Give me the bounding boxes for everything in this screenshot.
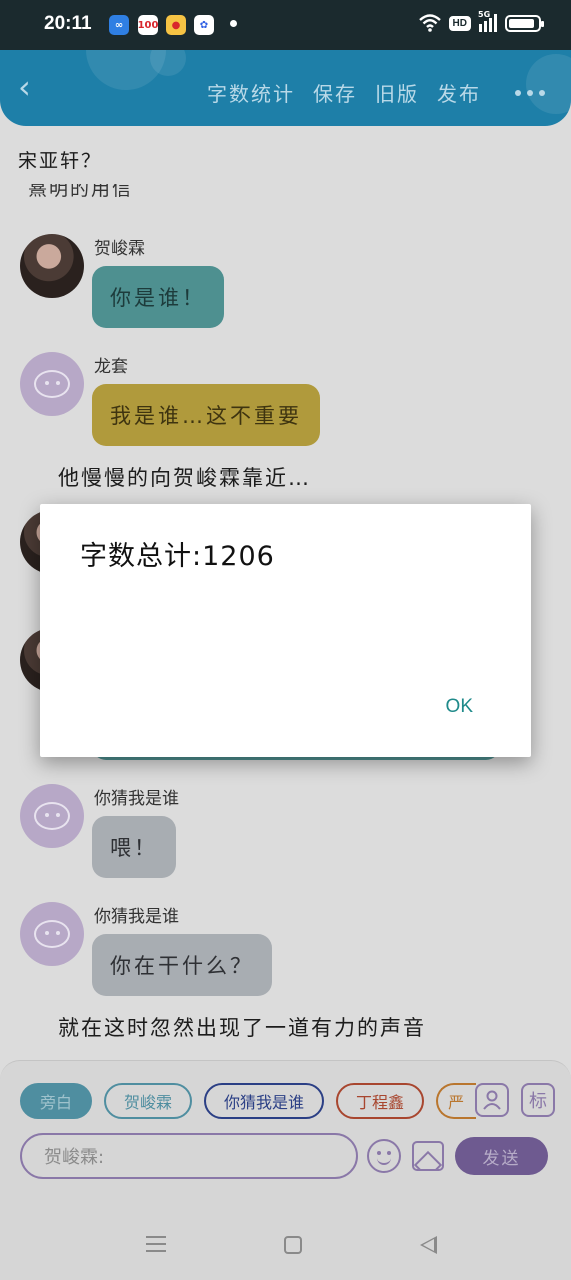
chat-bubble-icon	[34, 802, 70, 830]
message-input[interactable]: 贺峻霖:	[20, 1133, 358, 1179]
bot-avatar[interactable]	[20, 352, 84, 416]
home-icon[interactable]	[284, 1236, 302, 1254]
bot-avatar[interactable]	[20, 784, 84, 848]
baidu-icon: ✿	[194, 15, 214, 35]
navigation-bar	[0, 1210, 571, 1280]
weibo-icon: ●	[166, 15, 186, 35]
narration-line: 就在这时忽然出现了一道有力的声音	[58, 1016, 426, 1040]
sender-name: 龙套	[94, 357, 128, 377]
role-chip-partial[interactable]: 严	[436, 1083, 477, 1119]
send-button[interactable]: 发送	[455, 1137, 548, 1175]
back-arrow-icon[interactable]: ‹	[18, 71, 48, 103]
sender-name: 你猜我是谁	[94, 907, 179, 927]
header-decoration	[526, 54, 571, 114]
narration-line: 宋亚轩？	[18, 150, 103, 172]
message-bubble[interactable]: 你在干什么？	[92, 934, 272, 996]
bot-avatar[interactable]	[20, 902, 84, 966]
status-time: 20:11	[44, 13, 92, 34]
status-bar: 20:11 ∞ 100 ● ✿ HD 5G	[0, 0, 571, 50]
header-menu: 字数统计 保存 旧版 发布	[207, 78, 481, 107]
dialog-message: 字数总计:1206	[80, 541, 275, 572]
role-chip[interactable]: 贺峻霖	[104, 1083, 193, 1119]
signal-icon: 5G	[478, 10, 497, 32]
calendar-icon: 100	[138, 15, 158, 35]
menu-icon[interactable]	[146, 1236, 166, 1252]
message-bubble[interactable]: 你是谁！	[92, 266, 224, 328]
old-version-button[interactable]: 旧版	[375, 78, 419, 107]
notification-dot	[230, 20, 237, 27]
image-icon[interactable]	[412, 1141, 444, 1171]
sender-name: 你猜我是谁	[94, 789, 179, 809]
word-count-dialog: 字数总计:1206 OK	[40, 504, 531, 757]
tag-button[interactable]: 标	[521, 1083, 555, 1117]
network-type: 5G	[478, 10, 491, 19]
role-chip-selected[interactable]: 你猜我是谁	[204, 1083, 325, 1119]
role-chips: 旁白 贺峻霖 你猜我是谁 丁程鑫 严	[20, 1083, 477, 1119]
back-icon[interactable]	[420, 1236, 437, 1254]
message-bubble[interactable]: 我是谁…这不重要	[92, 384, 320, 446]
photo-avatar[interactable]	[20, 234, 84, 298]
input-panel: 旁白 贺峻霖 你猜我是谁 丁程鑫 严 标 贺峻霖: 发送	[0, 1060, 571, 1210]
save-button[interactable]: 保存	[313, 78, 357, 107]
emoji-icon[interactable]	[367, 1139, 401, 1173]
more-dots-icon[interactable]	[515, 90, 545, 96]
chat-bubble-icon	[34, 920, 70, 948]
wifi-icon	[418, 14, 441, 32]
infinity-app-icon: ∞	[109, 15, 129, 35]
role-chip-aside[interactable]: 旁白	[20, 1083, 93, 1119]
battery-icon	[505, 14, 544, 32]
publish-button[interactable]: 发布	[437, 78, 481, 107]
message-bubble[interactable]: 喂！	[92, 816, 176, 878]
role-chip[interactable]: 丁程鑫	[336, 1083, 425, 1119]
hd-icon: HD	[448, 15, 471, 31]
person-icon[interactable]	[475, 1083, 509, 1117]
chat-bubble-icon	[34, 370, 70, 398]
partial-line: 熹明的用信	[28, 184, 134, 200]
narration-line: 他慢慢的向贺峻霖靠近…	[58, 466, 311, 490]
app-header: ‹ 字数统计 保存 旧版 发布	[0, 50, 571, 126]
sender-name: 贺峻霖	[94, 239, 145, 259]
word-count-button[interactable]: 字数统计	[207, 78, 295, 107]
ok-button[interactable]: OK	[446, 696, 473, 718]
